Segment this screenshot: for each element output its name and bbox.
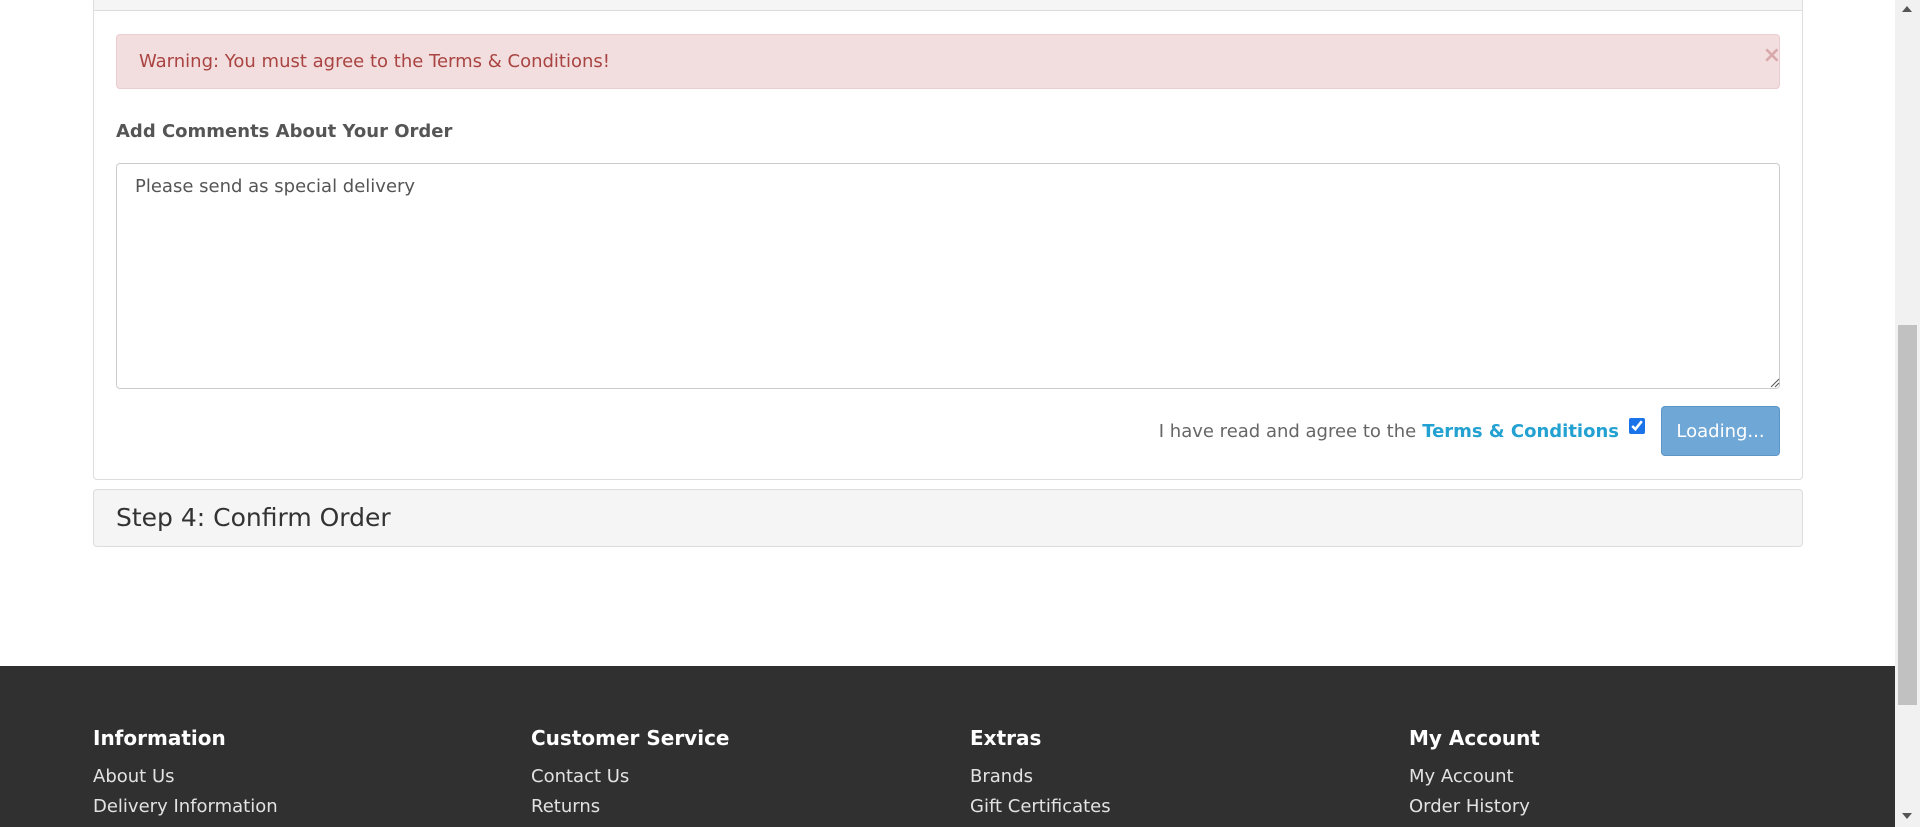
- alert-message: Warning: You must agree to the Terms & C…: [139, 51, 610, 72]
- comments-textarea[interactable]: Please send as special delivery: [116, 163, 1780, 389]
- checkout-page: Warning: You must agree to the Terms & C…: [0, 0, 1895, 827]
- footer-link[interactable]: Contact Us: [531, 766, 629, 787]
- agree-row: I have read and agree to the Terms & Con…: [1159, 406, 1780, 456]
- footer-link[interactable]: Returns: [531, 796, 600, 817]
- footer-link-item[interactable]: Contact Us: [531, 762, 730, 792]
- step4-title[interactable]: Step 4: Confirm Order: [116, 503, 391, 532]
- scroll-down-arrow-icon[interactable]: [1902, 813, 1912, 819]
- agree-text: I have read and agree to the: [1158, 420, 1417, 442]
- footer-link-item[interactable]: Order History: [1409, 792, 1540, 822]
- footer-heading: Customer Service: [531, 726, 730, 750]
- continue-button[interactable]: Loading...: [1661, 406, 1780, 456]
- footer-link[interactable]: Order History: [1409, 796, 1530, 817]
- footer-link[interactable]: About Us: [93, 766, 175, 787]
- terms-conditions-link[interactable]: Terms & Conditions: [1422, 421, 1619, 442]
- vertical-scrollbar[interactable]: [1895, 0, 1920, 827]
- footer-link-item[interactable]: Returns: [531, 792, 730, 822]
- footer-link[interactable]: Brands: [970, 766, 1033, 787]
- close-icon[interactable]: ×: [1763, 45, 1781, 67]
- footer-heading: My Account: [1409, 726, 1540, 750]
- footer-link[interactable]: My Account: [1409, 766, 1514, 787]
- footer-column-extras: Extras Brands Gift Certificates: [970, 726, 1111, 822]
- footer-column-customer-service: Customer Service Contact Us Returns: [531, 726, 730, 822]
- resize-handle-icon[interactable]: [1768, 376, 1780, 388]
- footer-column-my-account: My Account My Account Order History: [1409, 726, 1540, 822]
- footer-link-item[interactable]: About Us: [93, 762, 278, 792]
- footer-link-item[interactable]: Gift Certificates: [970, 792, 1111, 822]
- footer-link[interactable]: Delivery Information: [93, 796, 278, 817]
- footer: Information About Us Delivery Informatio…: [0, 666, 1895, 827]
- footer-link-item[interactable]: Delivery Information: [93, 792, 278, 822]
- footer-link-item[interactable]: My Account: [1409, 762, 1540, 792]
- footer-column-information: Information About Us Delivery Informatio…: [93, 726, 278, 822]
- step3-panel: Warning: You must agree to the Terms & C…: [93, 0, 1803, 480]
- footer-link[interactable]: Gift Certificates: [970, 796, 1111, 817]
- scroll-up-arrow-icon[interactable]: [1902, 6, 1912, 12]
- comments-label: Add Comments About Your Order: [116, 121, 453, 142]
- footer-link-item[interactable]: Brands: [970, 762, 1111, 792]
- footer-heading: Extras: [970, 726, 1042, 750]
- agree-checkbox[interactable]: [1629, 418, 1645, 434]
- warning-alert: Warning: You must agree to the Terms & C…: [116, 34, 1781, 89]
- scrollbar-thumb[interactable]: [1898, 325, 1917, 705]
- step4-panel[interactable]: Step 4: Confirm Order: [93, 489, 1803, 547]
- panel-header-strip: [94, 0, 1802, 11]
- footer-heading: Information: [93, 726, 226, 750]
